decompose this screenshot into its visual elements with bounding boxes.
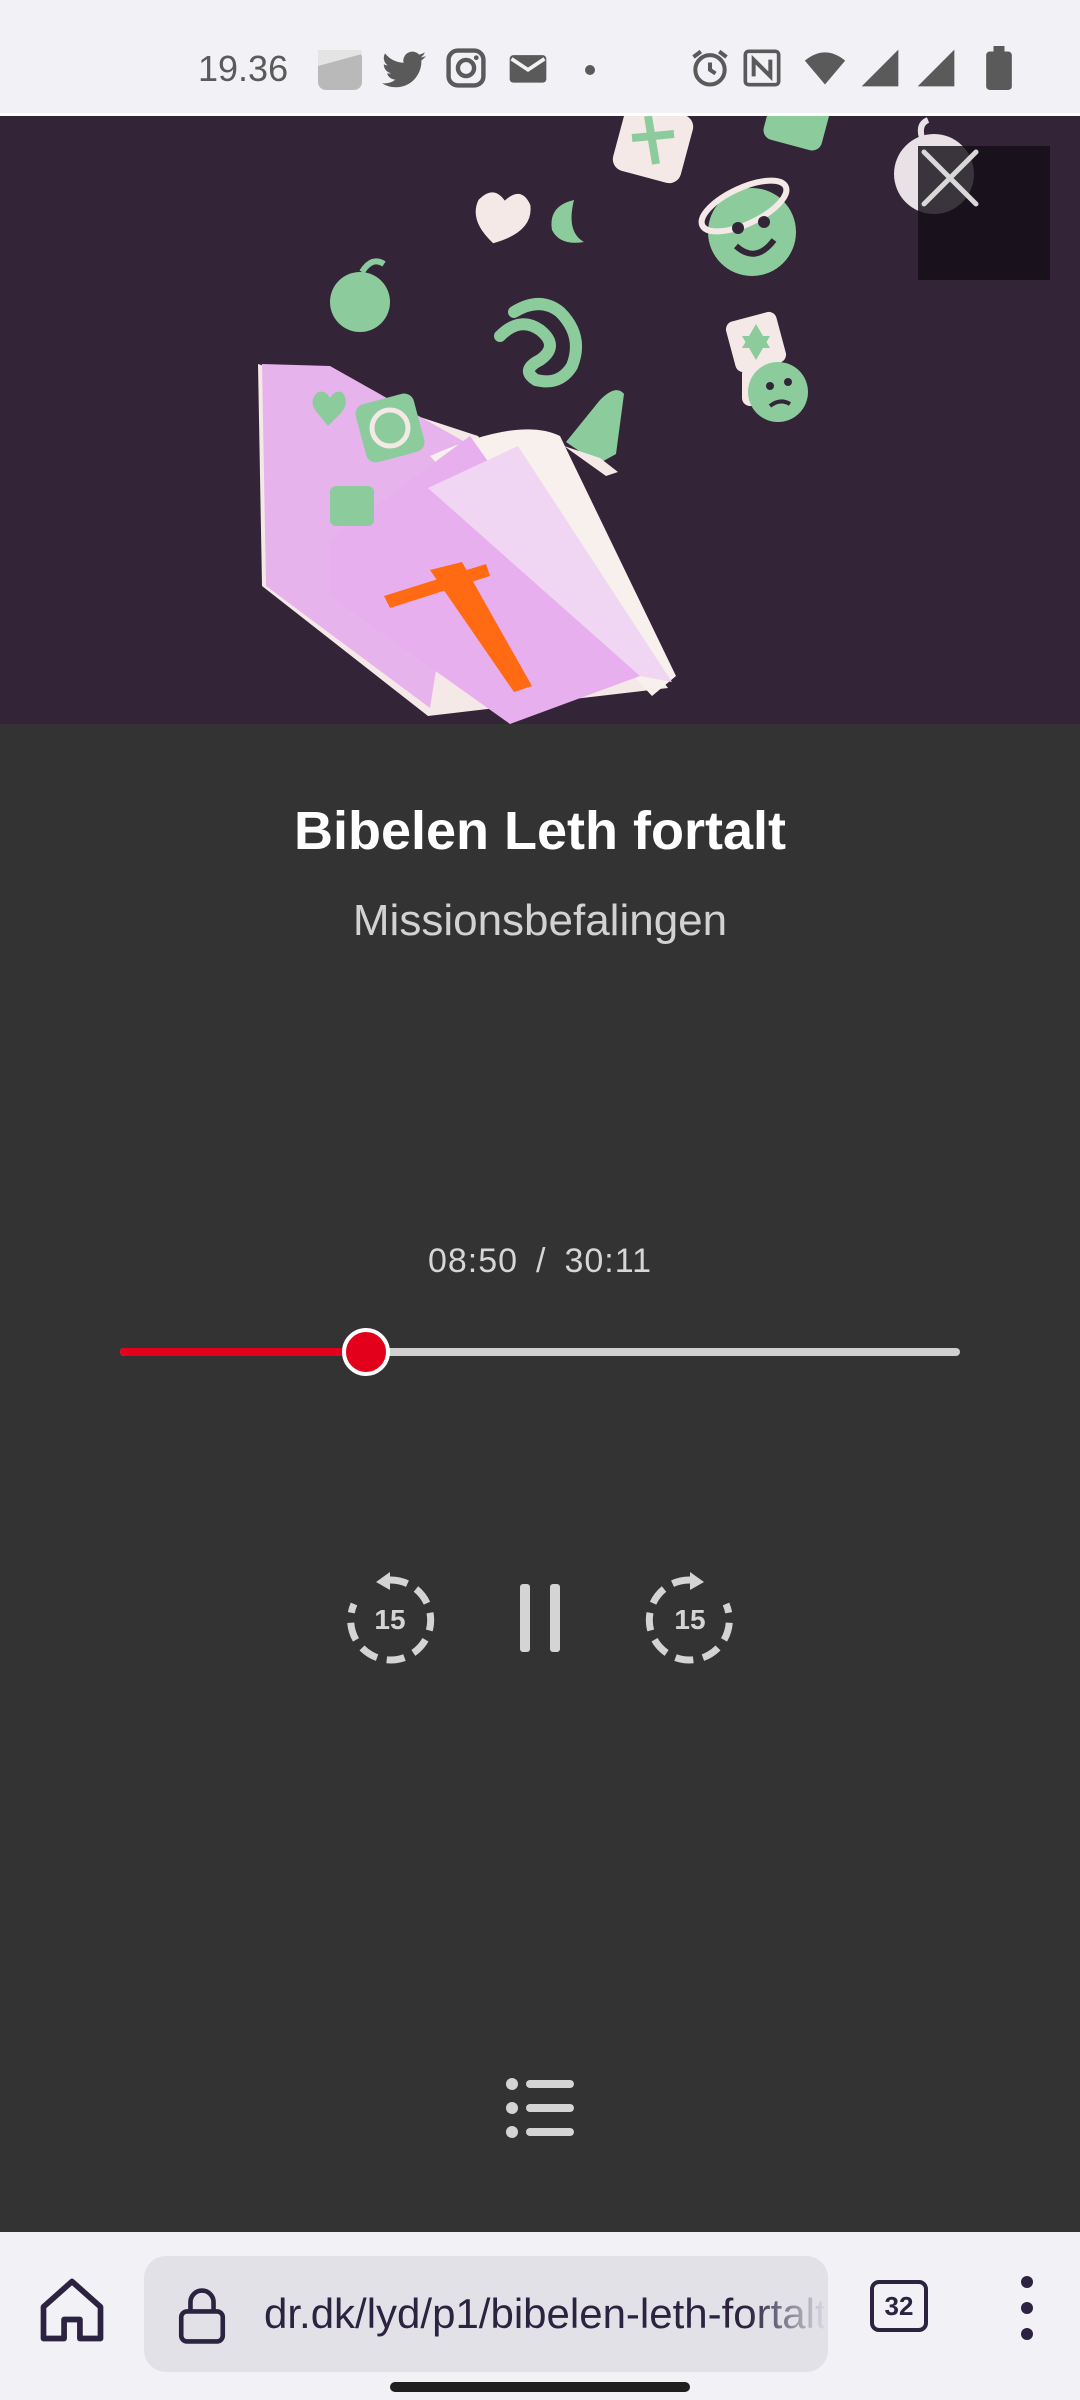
tab-count: 32 xyxy=(884,2290,914,2321)
total-duration: 30:11 xyxy=(564,1242,653,1280)
playback-time: 08:50 / 30:11 xyxy=(0,1242,1080,1281)
browser-menu-button[interactable] xyxy=(1008,2276,1048,2340)
home-button[interactable] xyxy=(34,2272,110,2348)
url-fade xyxy=(748,2256,828,2372)
instagram-icon xyxy=(446,48,486,88)
elapsed-time: 08:50 xyxy=(427,1242,519,1280)
signal-icon xyxy=(917,49,955,87)
time-separator: / xyxy=(536,1242,547,1280)
progress-thumb[interactable] xyxy=(342,1328,390,1376)
forward-15-button[interactable]: 15 xyxy=(642,1572,738,1668)
pause-icon xyxy=(550,1584,560,1652)
wifi-icon xyxy=(804,52,846,85)
app-frame: 19.36 Bibelen Leth fortalt Missionsbefal… xyxy=(0,0,1080,2400)
more-vert-icon xyxy=(1021,2276,1033,2288)
pause-button[interactable] xyxy=(506,1580,574,1656)
lock-icon[interactable] xyxy=(174,2286,230,2346)
pause-icon xyxy=(520,1584,530,1652)
close-icon xyxy=(921,149,979,207)
mail-icon xyxy=(509,55,547,83)
rewind-label: 15 xyxy=(374,1604,406,1635)
playlist-button[interactable] xyxy=(504,2076,576,2140)
browser-toolbar: dr.dk/lyd/p1/bibelen-leth-fortalt 32 xyxy=(0,2232,1080,2400)
episode-artwork xyxy=(0,116,1080,724)
address-bar[interactable]: dr.dk/lyd/p1/bibelen-leth-fortalt xyxy=(144,2256,828,2372)
episode-subtitle: Missionsbefalingen xyxy=(352,896,728,945)
signal-icon xyxy=(861,49,899,87)
status-bar: 19.36 xyxy=(0,0,1080,116)
rewind-15-button[interactable]: 15 xyxy=(342,1572,438,1668)
url-text[interactable]: dr.dk/lyd/p1/bibelen-leth-fortalt xyxy=(264,2290,824,2338)
episode-title: Bibelen Leth fortalt xyxy=(293,801,786,861)
more-vert-icon xyxy=(1021,2302,1033,2314)
progress-fill xyxy=(120,1348,366,1356)
close-button[interactable] xyxy=(918,146,1050,280)
list-icon xyxy=(506,2078,574,2138)
twitter-icon xyxy=(382,51,426,88)
more-vert-icon xyxy=(1021,2328,1033,2340)
alarm-icon xyxy=(692,49,728,87)
gesture-navigation-bar[interactable] xyxy=(390,2382,690,2392)
forward-label: 15 xyxy=(674,1604,706,1635)
nfc-icon xyxy=(743,49,781,87)
status-time: 19.36 xyxy=(198,48,289,89)
home-icon xyxy=(40,2278,104,2342)
gallery-icon xyxy=(318,50,362,90)
dot-icon xyxy=(585,65,595,75)
battery-icon xyxy=(986,46,1012,90)
progress-slider[interactable] xyxy=(120,1328,960,1378)
tab-switcher-button[interactable]: 32 xyxy=(870,2280,928,2332)
